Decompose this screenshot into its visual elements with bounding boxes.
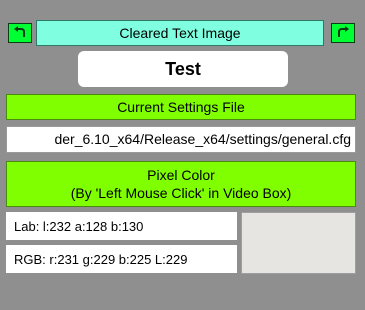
rgb-readout: RGB: r:231 g:229 b:225 L:229 [6, 245, 237, 273]
undo-arrow-icon [14, 26, 25, 37]
back-button[interactable] [8, 23, 32, 43]
color-swatch [241, 212, 356, 274]
pixel-color-label: Pixel Color (By 'Left Mouse Click' in Vi… [6, 161, 356, 207]
name-display: Test [78, 51, 288, 87]
redo-arrow-icon [338, 26, 349, 37]
pixel-color-subtitle: (By 'Left Mouse Click' in Video Box) [70, 185, 292, 201]
window-title-bar: Cleared Text Image [36, 20, 324, 46]
settings-path-field[interactable]: der_6.10_x64/Release_x64/settings/genera… [6, 126, 356, 153]
forward-button[interactable] [331, 23, 355, 43]
lab-readout: Lab: l:232 a:128 b:130 [6, 212, 237, 240]
settings-file-label: Current Settings File [6, 94, 356, 120]
settings-path-text: der_6.10_x64/Release_x64/settings/genera… [54, 131, 351, 147]
pixel-color-title: Pixel Color [147, 167, 215, 183]
rgb-readout-text: RGB: r:231 g:229 b:225 L:229 [14, 251, 188, 267]
name-display-text: Test [165, 58, 201, 79]
settings-file-label-text: Current Settings File [117, 99, 245, 115]
window-title: Cleared Text Image [119, 25, 241, 41]
lab-readout-text: Lab: l:232 a:128 b:130 [14, 218, 144, 234]
